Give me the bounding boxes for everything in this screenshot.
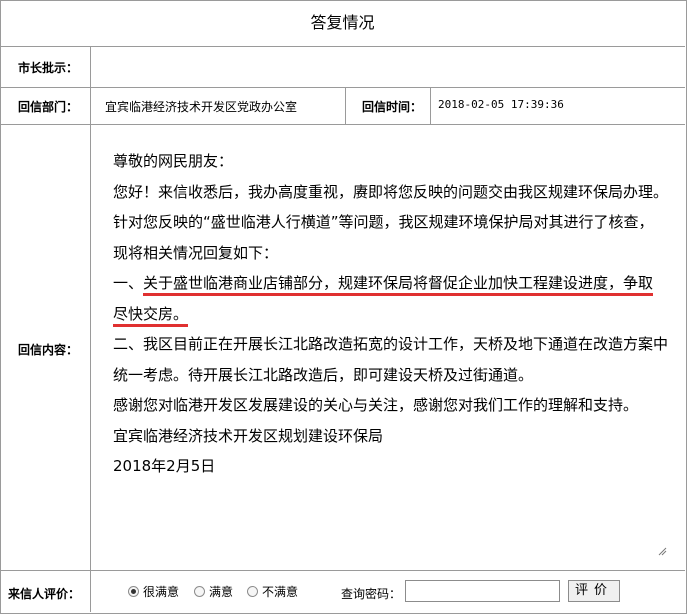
evaluate-button[interactable]: 评价 xyxy=(568,580,620,602)
reply-time-value: 2018-02-05 17:39:36 xyxy=(438,98,564,111)
reply-content-label: 回信内容： xyxy=(18,343,79,357)
radio-unchecked-icon[interactable] xyxy=(247,586,258,597)
reply-signature: 宜宾临港经济技术开发区规划建设环保局 xyxy=(113,426,384,445)
divider xyxy=(0,124,685,125)
radio-unsatisfied[interactable]: 不满意 xyxy=(247,583,298,600)
evaluation-label: 来信人评价： xyxy=(8,587,81,601)
reply-time-label: 回信时间： xyxy=(362,100,423,114)
reply-paragraph-3: 二、我区目前正在开展长江北路改造拓宽的设计工作，天桥及地下通道在改造方案中统一考… xyxy=(113,335,669,384)
query-password-label: 查询密码： xyxy=(341,587,402,601)
radio-label: 很满意 xyxy=(143,585,180,599)
column-divider xyxy=(430,87,431,124)
divider xyxy=(0,570,685,571)
divider xyxy=(0,46,685,47)
radio-satisfied[interactable]: 满意 xyxy=(194,583,233,600)
reply-paragraph-2: 一、关于盛世临港商业店铺部分，规建环保局将督促企业加快工程建设进度，争取尽快交房… xyxy=(113,268,668,329)
divider xyxy=(0,87,685,88)
mayor-instruction-label: 市长批示： xyxy=(18,61,79,75)
reply-paragraph-4: 感谢您对临港开发区发展建设的关心与关注，感谢您对我们工作的理解和支持。 xyxy=(113,396,639,414)
reply-content-textarea[interactable]: 尊敬的网民朋友： 您好！来信收悉后，我办高度重视，赓即将您反映的问题交由我区规建… xyxy=(113,146,668,482)
reply-date: 2018年2月5日 xyxy=(113,457,216,475)
column-divider xyxy=(345,87,346,124)
panel-title: 答复情况 xyxy=(310,13,375,32)
radio-label: 满意 xyxy=(209,585,234,599)
resize-handle-icon[interactable] xyxy=(657,546,667,556)
radio-unchecked-icon[interactable] xyxy=(194,586,205,597)
highlighted-text: 关于盛世临港商业店铺部分，规建环保局将督促企业加快工程建设进度，争取尽快交房。 xyxy=(113,274,654,327)
radio-label: 不满意 xyxy=(262,585,299,599)
reply-greeting: 尊敬的网民朋友： xyxy=(113,152,234,170)
radio-very-satisfied[interactable]: 很满意 xyxy=(128,583,179,600)
reply-paragraph-1: 您好！来信收悉后，我办高度重视，赓即将您反映的问题交由我区规建环保局办理。针对您… xyxy=(113,182,669,262)
reply-paragraph-2-prefix: 一、 xyxy=(113,274,144,292)
query-password-input[interactable] xyxy=(405,580,560,602)
radio-checked-icon[interactable] xyxy=(128,586,139,597)
reply-department-value: 宜宾临港经济技术开发区党政办公室 xyxy=(105,100,298,114)
column-divider xyxy=(90,46,91,612)
reply-department-label: 回信部门： xyxy=(18,100,79,114)
